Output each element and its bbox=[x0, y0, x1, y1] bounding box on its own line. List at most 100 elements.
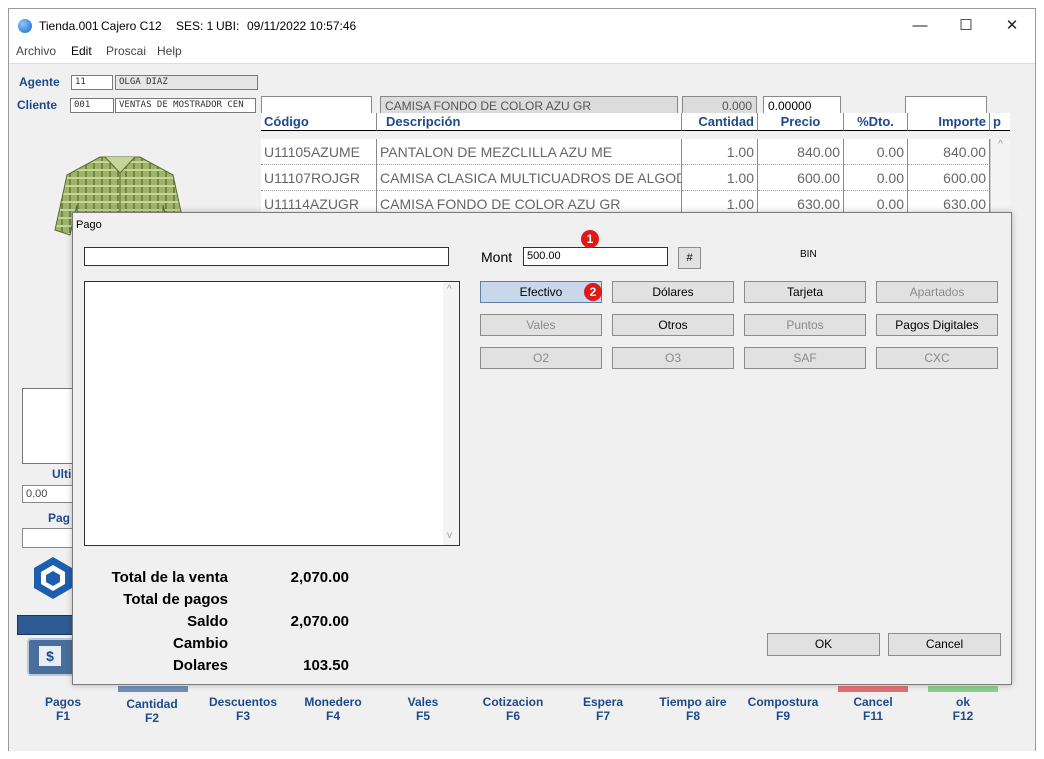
cantidad-button[interactable]: Cantidad F2 bbox=[113, 697, 191, 725]
close-button[interactable]: ✕ bbox=[989, 9, 1035, 41]
cxc-button[interactable]: CXC bbox=[876, 347, 998, 369]
descuentos-button[interactable]: Descuentos F3 bbox=[204, 695, 282, 723]
o3-button[interactable]: O3 bbox=[612, 347, 734, 369]
pago-dialog-title: Pago bbox=[76, 219, 102, 231]
vales-button[interactable]: Vales F5 bbox=[384, 695, 462, 723]
table-row-cell[interactable]: 0.00 bbox=[844, 139, 908, 165]
hash-button[interactable]: # bbox=[678, 247, 701, 269]
pag-field[interactable] bbox=[22, 528, 78, 548]
client-name-field: VENTAS DE MOSTRADOR CEN bbox=[115, 98, 256, 113]
table-row-cell[interactable]: CAMISA CLASICA MULTICUADROS DE ALGODON R… bbox=[377, 165, 682, 191]
compostura-button[interactable]: Compostura F9 bbox=[744, 695, 822, 723]
table-row-cell[interactable]: 840.00 bbox=[758, 139, 844, 165]
menu-help[interactable]: Help bbox=[157, 44, 182, 58]
app-globe-icon bbox=[18, 19, 32, 33]
col-descripcion[interactable]: Descripción bbox=[377, 113, 682, 131]
compostura-button-label: Compostura bbox=[747, 695, 819, 709]
session-label: SES: 1 bbox=[176, 19, 214, 33]
compostura-button-key: F9 bbox=[775, 709, 790, 723]
pago-top-input[interactable] bbox=[84, 247, 449, 266]
saf-button[interactable]: SAF bbox=[744, 347, 866, 369]
total-venta-label: Total de la venta bbox=[111, 569, 228, 586]
toolbar-accent bbox=[118, 686, 188, 692]
menu-proscai[interactable]: Proscai bbox=[106, 44, 146, 58]
pagos-button[interactable]: Pagos F1 bbox=[24, 695, 102, 723]
annotation-badge-2: 2 bbox=[584, 283, 602, 301]
total-venta-value: 2,070.00 bbox=[290, 569, 349, 586]
tiempo-aire-button-key: F8 bbox=[685, 709, 700, 723]
puntos-button[interactable]: Puntos bbox=[744, 314, 866, 336]
o2-button[interactable]: O2 bbox=[480, 347, 602, 369]
tiempo-aire-button[interactable]: Tiempo aire F8 bbox=[654, 695, 732, 723]
espera-button-key: F7 bbox=[595, 709, 610, 723]
dolares-label: Dolares bbox=[172, 657, 228, 674]
cantidad-button-key: F2 bbox=[144, 711, 159, 725]
col-cantidad[interactable]: Cantidad bbox=[682, 113, 758, 131]
table-row-cell[interactable]: 600.00 bbox=[758, 165, 844, 191]
descuentos-button-label: Descuentos bbox=[208, 695, 278, 709]
pagos-button-label: Pagos bbox=[44, 695, 81, 709]
tarjeta-button[interactable]: Tarjeta bbox=[744, 281, 866, 303]
mont-input[interactable]: 500.00 bbox=[523, 247, 668, 266]
agent-code-input[interactable]: 11 bbox=[71, 75, 113, 90]
ok-f12-button[interactable]: ok F12 bbox=[924, 695, 1002, 723]
grid-scrollbar[interactable]: ^ bbox=[990, 139, 1010, 217]
agent-name-field: OLGA DIAZ bbox=[115, 75, 258, 90]
maximize-button[interactable]: ☐ bbox=[943, 9, 989, 41]
table-row-cell[interactable]: PANTALON DE MEZCLILLA AZU ME bbox=[377, 139, 682, 165]
vales-button-key: F5 bbox=[415, 709, 430, 723]
otros-button[interactable]: Otros bbox=[612, 314, 734, 336]
window-title: Tienda.001 bbox=[39, 19, 99, 33]
dolares-button[interactable]: Dólares bbox=[612, 281, 734, 303]
menu-archivo[interactable]: Archivo bbox=[16, 44, 56, 58]
table-row-cell[interactable]: 0.00 bbox=[844, 165, 908, 191]
monedero-button[interactable]: Monedero F4 bbox=[294, 695, 372, 723]
payments-list[interactable]: ^ v bbox=[84, 281, 460, 546]
apartados-button[interactable]: Apartados bbox=[876, 281, 998, 303]
cotizacion-button[interactable]: Cotizacion F6 bbox=[474, 695, 552, 723]
cancel-f11-button[interactable]: Cancel F11 bbox=[834, 695, 912, 723]
table-row-cell[interactable]: 1.00 bbox=[682, 165, 758, 191]
client-code-input[interactable]: 001 bbox=[70, 98, 114, 113]
col-precio[interactable]: Precio bbox=[758, 113, 844, 131]
col-p[interactable]: p bbox=[990, 113, 1010, 131]
ok-button[interactable]: OK bbox=[767, 633, 880, 656]
grid-body: U11105AZUME PANTALON DE MEZCLILLA AZU ME… bbox=[261, 139, 1010, 217]
espera-button[interactable]: Espera F7 bbox=[564, 695, 642, 723]
cantidad-button-label: Cantidad bbox=[126, 697, 178, 711]
vales-button-label: Vales bbox=[407, 695, 439, 709]
table-row-cell[interactable]: U11107ROJGR bbox=[261, 165, 377, 191]
cashier-label: Cajero C12 bbox=[101, 19, 162, 33]
ulti-label: Ulti bbox=[52, 467, 72, 481]
mont-label: Mont bbox=[481, 249, 513, 265]
scroll-down-icon[interactable]: v bbox=[447, 530, 452, 541]
cotizacion-button-label: Cotizacion bbox=[482, 695, 544, 709]
tiempo-aire-button-label: Tiempo aire bbox=[659, 695, 727, 709]
scroll-up-icon[interactable]: ^ bbox=[447, 284, 452, 295]
cancel-button[interactable]: Cancel bbox=[888, 633, 1001, 656]
payments-list-scrollbar[interactable]: ^ v bbox=[443, 282, 459, 545]
table-row-cell[interactable]: 840.00 bbox=[908, 139, 990, 165]
saldo-label: Saldo bbox=[187, 613, 228, 630]
vales-pago-button[interactable]: Vales bbox=[480, 314, 602, 336]
cancel-accent bbox=[838, 686, 908, 692]
minimize-button[interactable]: — bbox=[897, 9, 943, 41]
scroll-up-icon[interactable]: ^ bbox=[998, 139, 1003, 150]
espera-button-label: Espera bbox=[582, 695, 624, 709]
pagos-digitales-button[interactable]: Pagos Digitales bbox=[876, 314, 998, 336]
agent-label: Agente bbox=[19, 75, 60, 89]
col-importe[interactable]: Importe bbox=[908, 113, 990, 131]
dolares-value: 103.50 bbox=[303, 657, 349, 674]
col-codigo[interactable]: Código bbox=[261, 113, 377, 131]
ok-f12-button-label: ok bbox=[955, 695, 970, 709]
menu-edit[interactable]: Edit bbox=[71, 44, 92, 58]
col-descuento[interactable]: %Dto. bbox=[844, 113, 908, 131]
menu-bar: Archivo Edit Proscai Help bbox=[9, 41, 1035, 63]
table-row-cell[interactable]: 1.00 bbox=[682, 139, 758, 165]
table-row-cell[interactable]: U11105AZUME bbox=[261, 139, 377, 165]
cambio-label: Cambio bbox=[172, 635, 228, 652]
cotizacion-button-key: F6 bbox=[505, 709, 520, 723]
annotation-badge-1: 1 bbox=[581, 230, 599, 248]
cancel-f11-button-label: Cancel bbox=[853, 695, 893, 709]
table-row-cell[interactable]: 600.00 bbox=[908, 165, 990, 191]
